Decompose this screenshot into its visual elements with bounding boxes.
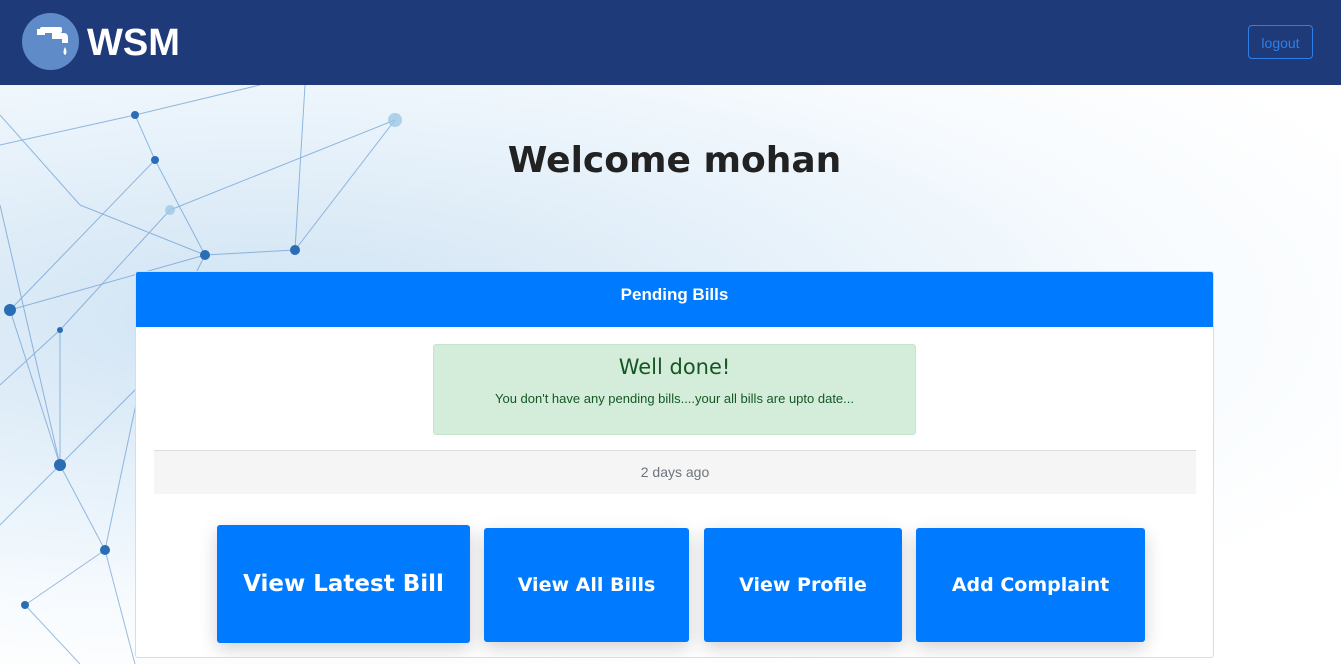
logout-button[interactable]: logout [1248, 25, 1313, 59]
alert-title: Well done! [618, 355, 731, 379]
card-header: Pending Bills [136, 272, 1213, 327]
water-tap-icon[interactable] [22, 13, 79, 70]
view-profile-button[interactable]: View Profile [704, 528, 902, 642]
pending-bills-card: Pending Bills Well done! You don't have … [135, 271, 1214, 658]
brand-name[interactable]: WSM [87, 20, 180, 66]
page: WSM logout Welcome mohan Pending Bills W… [0, 0, 1341, 664]
navbar: WSM logout [0, 0, 1341, 85]
view-latest-bill-button[interactable]: View Latest Bill [217, 525, 470, 643]
page-title: Welcome mohan [507, 140, 842, 181]
alert-text: You don't have any pending bills....your… [494, 391, 855, 406]
view-all-bills-button[interactable]: View All Bills [484, 528, 689, 642]
success-alert: Well done! You don't have any pending bi… [433, 344, 916, 435]
add-complaint-button[interactable]: Add Complaint [916, 528, 1145, 642]
card-footer-timestamp: 2 days ago [154, 450, 1196, 494]
